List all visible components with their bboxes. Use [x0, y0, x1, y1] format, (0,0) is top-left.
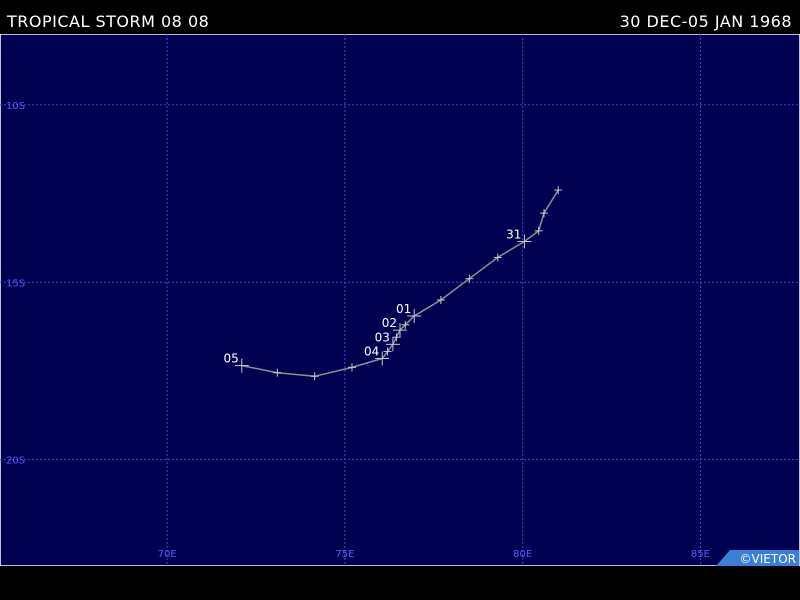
credit-text: ©VIETOR: [740, 552, 796, 566]
day-label: 02: [382, 316, 397, 330]
day-label: 01: [396, 302, 411, 316]
day-label: 03: [375, 330, 390, 344]
latitude-label: 15S: [6, 278, 25, 289]
day-label: 04: [364, 345, 379, 359]
day-label: 05: [223, 352, 238, 366]
latitude-label: 20S: [6, 456, 25, 467]
longitude-label: 85E: [691, 549, 710, 560]
map-ocean: [0, 33, 800, 567]
storm-track-map: 70E 75E 80E 85E 10S 15S 20S 31 01020304 05 ©VIET…: [0, 33, 800, 567]
header-bar: TROPICAL STORM 08 08 30 DEC-05 JAN 1968: [0, 0, 800, 34]
longitude-label: 80E: [513, 549, 532, 560]
day-label: 31: [506, 227, 521, 241]
storm-date-range: 30 DEC-05 JAN 1968: [619, 12, 792, 31]
longitude-label: 70E: [158, 549, 177, 560]
storm-title: TROPICAL STORM 08 08: [7, 12, 210, 31]
credit-badge: ©VIETOR: [716, 550, 799, 566]
longitude-label: 75E: [335, 549, 354, 560]
footer-bar: [0, 566, 800, 600]
latitude-label: 10S: [6, 101, 25, 112]
